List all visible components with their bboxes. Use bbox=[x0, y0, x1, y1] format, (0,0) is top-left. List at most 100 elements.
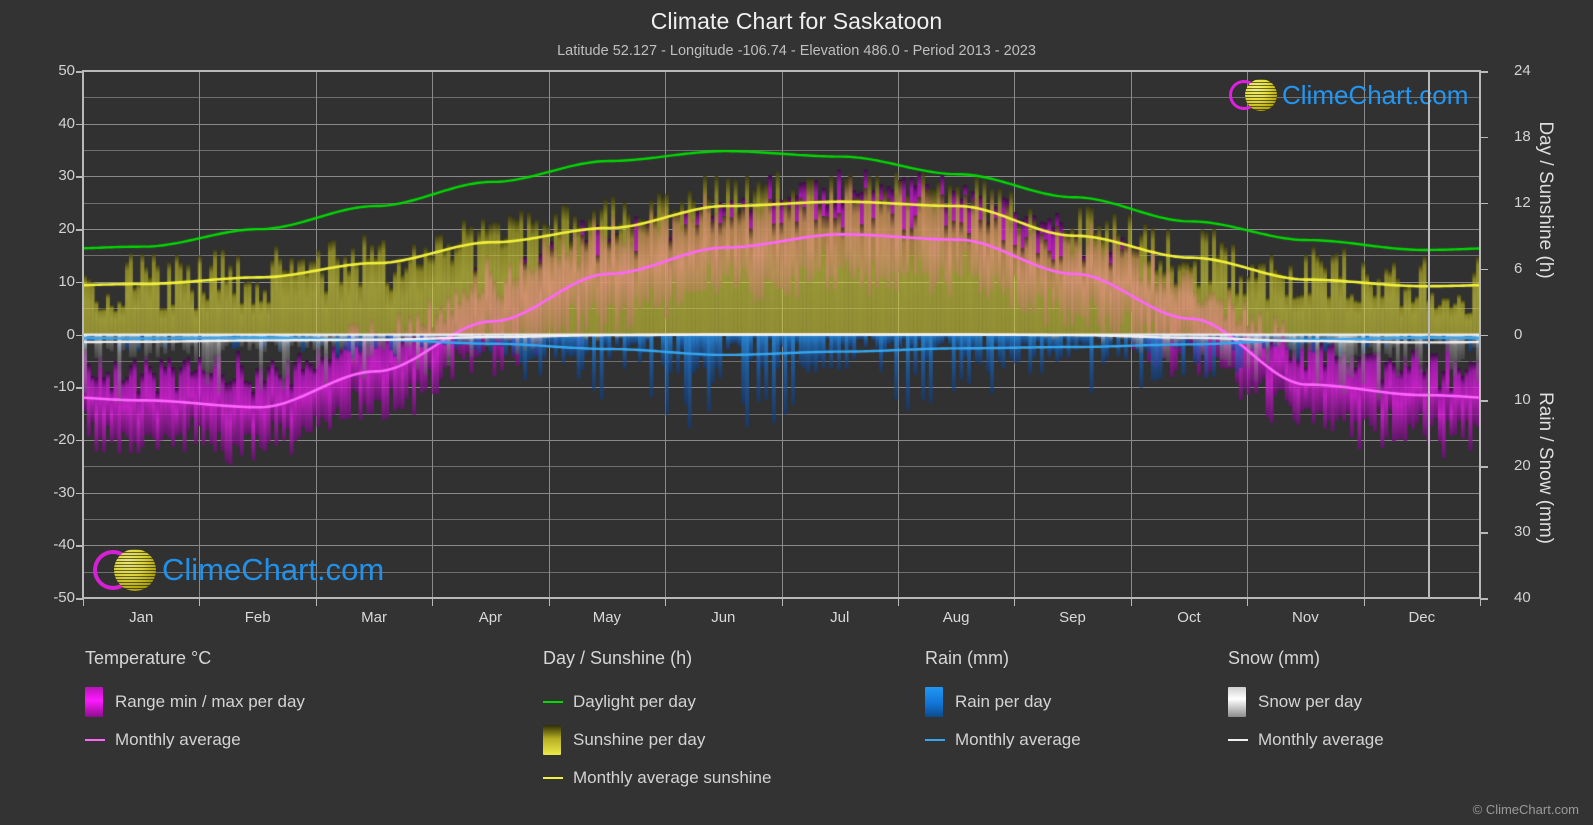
legend-line-icon bbox=[85, 738, 105, 742]
climechart-logo-top: ClimeChart.com bbox=[1229, 79, 1468, 111]
right-axis-tick bbox=[1480, 334, 1488, 336]
chart-plot-area: Jan Feb Mar Apr May Jun Jul Aug Sep Oct Nov Dec Cli… bbox=[76, 70, 1488, 626]
legend-item[interactable]: Rain per day bbox=[925, 683, 1081, 721]
x-axis-tick bbox=[897, 598, 899, 606]
x-axis-tick bbox=[1130, 598, 1132, 606]
y-axis-tick bbox=[76, 334, 83, 336]
y-axis-tick-label: -40 bbox=[53, 536, 75, 554]
legend-item[interactable]: Daylight per day bbox=[543, 683, 771, 721]
x-axis-month-label: Jun bbox=[711, 609, 736, 626]
y-axis-tick bbox=[76, 71, 83, 73]
right-axis-tick bbox=[1480, 268, 1488, 271]
legend-swatch-icon bbox=[925, 687, 943, 717]
y-axis-tick bbox=[76, 387, 83, 389]
logo-sphere-icon bbox=[1245, 79, 1277, 111]
legend-item-label: Rain per day bbox=[955, 692, 1052, 711]
legend-column: Temperature °C Range min / max per day Mon… bbox=[85, 648, 305, 759]
legend-item[interactable]: Monthly average bbox=[1228, 721, 1384, 759]
y-axis-tick bbox=[76, 545, 83, 547]
climechart-logo-watermark: ClimeChart.com bbox=[93, 549, 384, 591]
legend-item-label: Monthly average bbox=[115, 730, 241, 749]
legend-line-icon bbox=[1228, 738, 1248, 742]
x-axis-tick bbox=[665, 598, 667, 606]
x-axis-month-label: Feb bbox=[244, 609, 271, 626]
axis-line-top bbox=[82, 70, 1481, 72]
x-axis-tick bbox=[83, 598, 84, 606]
legend-heading: Snow (mm) bbox=[1228, 648, 1321, 668]
right-axis-tick bbox=[1480, 466, 1488, 468]
legend-swatch-icon bbox=[543, 725, 561, 755]
legend-item-label: Daylight per day bbox=[573, 692, 696, 711]
y-axis-tick-label: -10 bbox=[53, 378, 75, 396]
legend-item-label: Monthly average bbox=[1258, 730, 1384, 749]
legend-item-label: Sunshine per day bbox=[573, 730, 706, 749]
legend-item[interactable]: Monthly average sunshine bbox=[543, 759, 771, 797]
chart-legend: Temperature °C Range min / max per day Mon… bbox=[0, 648, 1593, 818]
logo-wordmark: ClimeChart.com bbox=[1282, 79, 1469, 110]
logo-sphere-icon bbox=[114, 549, 156, 591]
x-axis-tick bbox=[548, 598, 550, 606]
legend-line-icon bbox=[925, 738, 945, 742]
right-axis-tick bbox=[1480, 202, 1488, 205]
x-axis-month-label: Jan bbox=[129, 609, 154, 626]
x-axis-month-label: Oct bbox=[1177, 609, 1201, 626]
x-axis-month-label: Aug bbox=[942, 609, 970, 626]
series-layers bbox=[83, 71, 1480, 598]
right-axis-tick-label: 40 bbox=[1514, 589, 1531, 606]
y-axis-tick-label: 0 bbox=[66, 325, 75, 343]
legend-line-icon bbox=[543, 700, 563, 704]
y-axis-tick-label: 50 bbox=[58, 62, 75, 79]
legend-line-icon bbox=[543, 776, 563, 780]
y-axis-tick-label: -30 bbox=[53, 483, 75, 501]
right-axis-tick bbox=[1480, 598, 1488, 600]
legend-item-label: Monthly average bbox=[955, 730, 1081, 749]
legend-swatch-icon bbox=[85, 687, 103, 717]
legend-item-label: Range min / max per day bbox=[115, 692, 305, 711]
legend-item[interactable]: Range min / max per day bbox=[85, 683, 305, 721]
x-axis-tick bbox=[1247, 598, 1249, 606]
right-axis-tick bbox=[1480, 400, 1488, 402]
right-axis-tick-label: 24 bbox=[1514, 62, 1531, 79]
y-axis-label-precipitation: Rain / Snow (mm) bbox=[1535, 391, 1556, 545]
x-axis-tick bbox=[781, 598, 783, 606]
right-axis-tick bbox=[1480, 71, 1488, 73]
y-axis-tick-label: 40 bbox=[58, 114, 75, 132]
right-axis-tick bbox=[1480, 136, 1488, 139]
logo-wordmark: ClimeChart.com bbox=[162, 552, 385, 587]
legend-item[interactable]: Monthly average bbox=[925, 721, 1081, 759]
legend-column: Snow (mm) Snow per day Monthly average bbox=[1228, 648, 1384, 759]
y-axis-tick-label: 20 bbox=[58, 220, 75, 238]
x-axis-month-label: Mar bbox=[361, 609, 387, 626]
y-axis-tick bbox=[76, 123, 83, 126]
legend-item[interactable]: Monthly average bbox=[85, 721, 305, 759]
right-axis-tick-label: 0 bbox=[1514, 325, 1523, 343]
legend-item-label: Snow per day bbox=[1258, 692, 1362, 711]
legend-heading: Rain (mm) bbox=[925, 648, 1009, 668]
x-axis-tick bbox=[432, 598, 434, 606]
y-axis-tick bbox=[76, 176, 83, 178]
y-axis-tick bbox=[76, 598, 83, 600]
legend-item-label: Monthly average sunshine bbox=[573, 768, 772, 787]
legend-swatch-icon bbox=[1228, 687, 1246, 717]
right-axis-line bbox=[1428, 71, 1430, 598]
page-title: Climate Chart for Saskatoon bbox=[650, 8, 943, 34]
right-axis-tick bbox=[1480, 532, 1488, 534]
copyright-notice: © ClimeChart.com bbox=[1472, 802, 1579, 817]
page-subtitle: Latitude 52.127 - Longitude -106.74 - El… bbox=[557, 43, 1036, 59]
y-axis-tick bbox=[76, 281, 83, 284]
y-axis-tick bbox=[76, 229, 83, 231]
x-axis-tick bbox=[1480, 598, 1481, 606]
legend-item[interactable]: Sunshine per day bbox=[543, 721, 771, 759]
x-axis-month-label: Nov bbox=[1292, 609, 1319, 626]
y-axis-tick-label: 10 bbox=[58, 272, 75, 290]
y-axis-tick-label: -20 bbox=[53, 430, 75, 448]
legend-item[interactable]: Snow per day bbox=[1228, 683, 1384, 721]
y-axis-tick bbox=[76, 492, 83, 495]
y-axis-tick bbox=[76, 439, 83, 442]
x-axis-tick bbox=[315, 598, 317, 606]
x-axis-tick bbox=[1014, 598, 1016, 606]
legend-heading: Temperature °C bbox=[85, 648, 212, 668]
climate-series-canvas bbox=[83, 71, 1480, 598]
legend-column: Rain (mm) Rain per day Monthly average bbox=[925, 648, 1081, 759]
x-axis-tick bbox=[1363, 598, 1365, 606]
